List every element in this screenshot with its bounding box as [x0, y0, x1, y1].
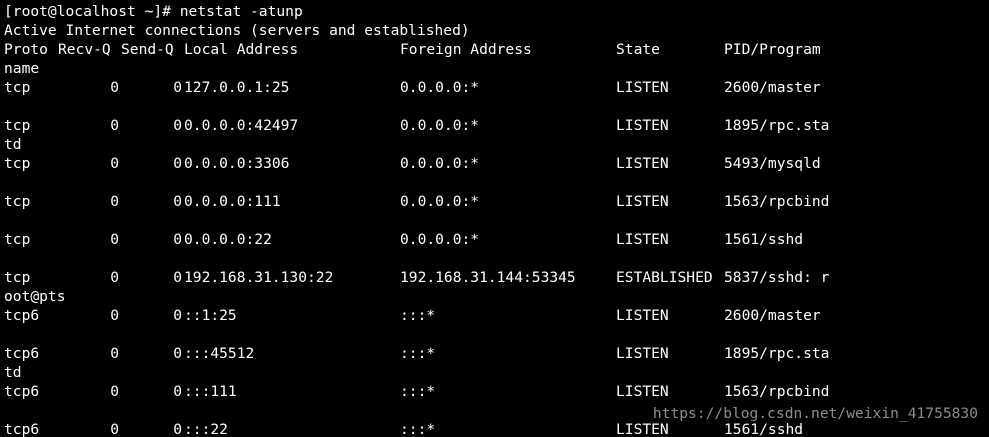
row-state: LISTEN — [616, 231, 669, 248]
row-proto: tcp — [4, 79, 31, 96]
row-sendq: 0 — [173, 307, 182, 324]
row-pid-program: 1561/sshd — [724, 231, 804, 248]
row-sendq: 0 — [173, 193, 182, 210]
row-state: ESTABLISHED — [616, 269, 713, 286]
terminal-window[interactable]: [root@localhost ~]# netstat -atunp Activ… — [0, 0, 989, 437]
row-proto: tcp — [4, 155, 31, 172]
row-recvq: 0 — [110, 79, 119, 96]
row-foreign-address: 0.0.0.0:* — [400, 155, 480, 172]
row-foreign-address: 0.0.0.0:* — [400, 193, 480, 210]
command-text: netstat -atunp — [179, 3, 303, 20]
row-local-address: 0.0.0.0:22 — [184, 231, 272, 248]
row-state: LISTEN — [616, 421, 669, 437]
row-sendq: 0 — [173, 79, 182, 96]
header-state: State — [616, 41, 660, 58]
row-local-address: 0.0.0.0:111 — [184, 193, 281, 210]
row-foreign-address: 0.0.0.0:* — [400, 79, 480, 96]
header-local-address: Local Address — [184, 41, 299, 58]
row-recvq: 0 — [110, 193, 119, 210]
row-foreign-address: :::* — [400, 383, 436, 400]
row-local-address: :::45512 — [184, 345, 255, 362]
row-sendq: 0 — [173, 117, 182, 134]
header-sendq: Send-Q — [121, 41, 174, 58]
row-local-address: :::111 — [184, 383, 237, 400]
row-local-address: 192.168.31.130:22 — [184, 269, 334, 286]
row-foreign-address: 0.0.0.0:* — [400, 231, 480, 248]
header-proto: Proto — [4, 41, 48, 58]
row-proto: tcp6 — [4, 383, 40, 400]
row-pid-program: 2600/master — [724, 79, 821, 96]
row-recvq: 0 — [110, 383, 119, 400]
row-pid-program: 2600/master — [724, 307, 821, 324]
row-foreign-address: 0.0.0.0:* — [400, 117, 480, 134]
row-recvq: 0 — [110, 117, 119, 134]
shell-prompt: [root@localhost ~]# — [4, 3, 180, 20]
header-pid-program: PID/Program — [724, 41, 821, 58]
row-foreign-address: :::* — [400, 307, 436, 324]
row-sendq: 0 — [173, 421, 182, 437]
row-local-address: :::22 — [184, 421, 228, 437]
row-proto: tcp6 — [4, 307, 40, 324]
row-local-address: 0.0.0.0:42497 — [184, 117, 299, 134]
row-state: LISTEN — [616, 117, 669, 134]
row-recvq: 0 — [110, 155, 119, 172]
row-foreign-address: :::* — [400, 345, 436, 362]
row-pid-program: 5837/sshd: r — [724, 269, 830, 286]
row-pid-program: 1895/rpc.sta — [724, 117, 830, 134]
command-line: [root@localhost ~]# netstat -atunp — [4, 2, 303, 21]
row-sendq: 0 — [173, 269, 182, 286]
row-recvq: 0 — [110, 269, 119, 286]
row-state: LISTEN — [616, 345, 669, 362]
row-sendq: 0 — [173, 345, 182, 362]
row-proto: tcp — [4, 117, 31, 134]
row-proto: tcp6 — [4, 345, 40, 362]
row-local-address: 127.0.0.1:25 — [184, 79, 290, 96]
row-state: LISTEN — [616, 307, 669, 324]
row-sendq: 0 — [173, 155, 182, 172]
row-sendq: 0 — [173, 383, 182, 400]
row-sendq: 0 — [173, 231, 182, 248]
row-pid-program: 5493/mysqld — [724, 155, 821, 172]
row-local-address: ::1:25 — [184, 307, 237, 324]
row-proto: tcp — [4, 193, 31, 210]
row-recvq: 0 — [110, 421, 119, 437]
row-wrap-line: td — [4, 364, 22, 381]
row-foreign-address: :::* — [400, 421, 436, 437]
row-state: LISTEN — [616, 193, 669, 210]
row-proto: tcp — [4, 231, 31, 248]
row-pid-program: 1895/rpc.sta — [724, 345, 830, 362]
row-pid-program: 1563/rpcbind — [724, 193, 830, 210]
header-recvq: Recv-Q — [58, 41, 111, 58]
row-recvq: 0 — [110, 307, 119, 324]
header-foreign-address: Foreign Address — [400, 41, 532, 58]
row-recvq: 0 — [110, 231, 119, 248]
row-foreign-address: 192.168.31.144:53345 — [400, 269, 576, 286]
row-local-address: 0.0.0.0:3306 — [184, 155, 290, 172]
row-state: LISTEN — [616, 79, 669, 96]
row-wrap-line: td — [4, 136, 22, 153]
row-proto: tcp — [4, 269, 31, 286]
info-line: Active Internet connections (servers and… — [4, 22, 470, 39]
row-wrap-line: oot@pts — [4, 288, 66, 305]
header-wrap-line: name — [4, 60, 40, 77]
row-pid-program: 1561/sshd — [724, 421, 804, 437]
row-recvq: 0 — [110, 345, 119, 362]
row-state: LISTEN — [616, 155, 669, 172]
row-proto: tcp6 — [4, 421, 40, 437]
column-header-row: Proto Recv-Q Send-Q Local Address Foreig… — [4, 40, 821, 59]
row-state: LISTEN — [616, 383, 669, 400]
row-pid-program: 1563/rpcbind — [724, 383, 830, 400]
